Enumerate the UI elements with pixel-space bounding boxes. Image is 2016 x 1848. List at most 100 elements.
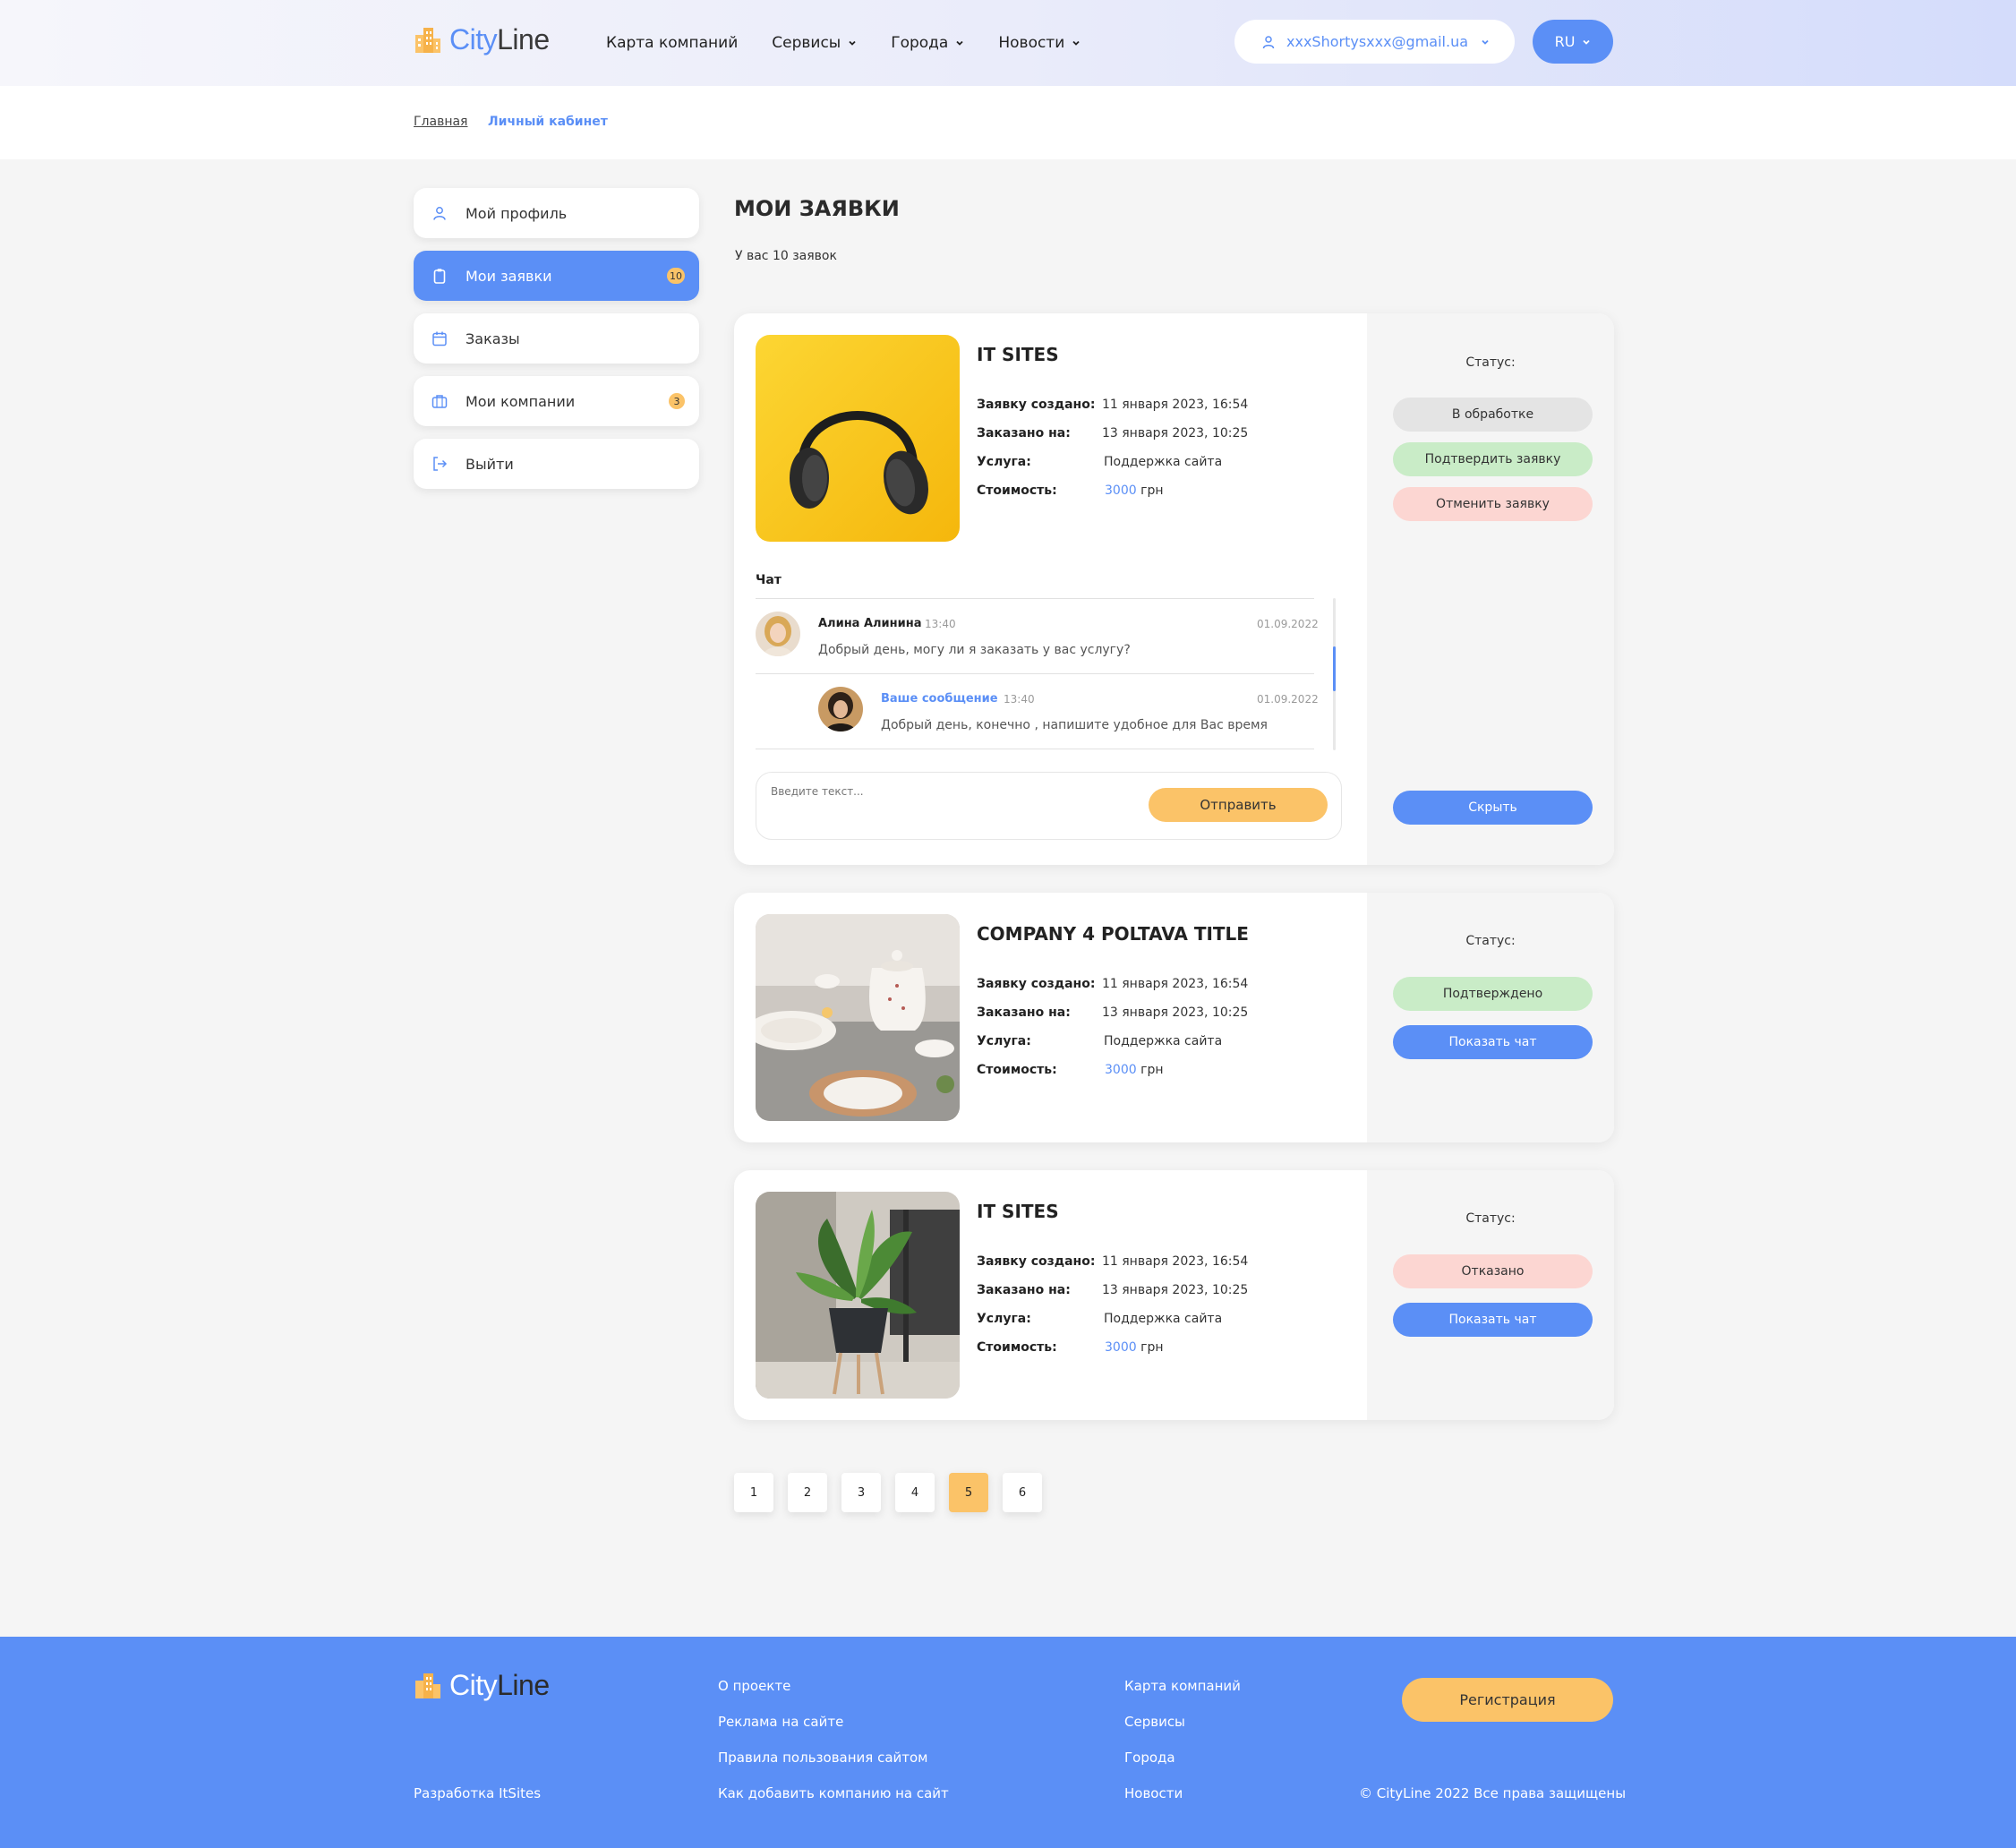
chevron-down-icon [956,40,963,46]
message-author: Алина Алинина [818,617,922,630]
field-label-ordered: Заказано на: [977,1283,1071,1297]
logo-part-2: Line [497,23,550,56]
chat-message-input[interactable] [771,785,1129,798]
field-label-service: Услуга: [977,1034,1031,1048]
briefcase-icon [431,395,448,408]
page-title: МОИ ЗАЯВКИ [734,196,900,221]
nav-item-map[interactable]: Карта компаний [606,34,738,52]
show-chat-button[interactable]: Показать чат [1393,1025,1593,1059]
logo-part-2: Line [497,1669,550,1701]
field-label-created: Заявку создано: [977,977,1096,991]
footer-link-map[interactable]: Карта компаний [1124,1678,1241,1694]
chat-divider [756,598,1314,599]
currency: грн [1140,1063,1164,1077]
cost-value: 3000 грн [1105,1063,1164,1077]
currency: грн [1140,1340,1164,1355]
chat-scrollbar-thumb[interactable] [1333,646,1336,691]
status-panel: Статус: Подтверждено Показать чат [1367,893,1614,1142]
logo[interactable]: CityLine [414,23,550,56]
page-button-4[interactable]: 4 [895,1473,935,1512]
ordered-date: 13 января 2023, 10:25 [1102,1005,1249,1020]
footer-logo[interactable]: CityLine [414,1669,550,1702]
user-icon [1262,35,1275,48]
company-title: IT SITES [977,344,1059,365]
footer-link-services[interactable]: Сервисы [1124,1714,1185,1730]
site-header: CityLine Карта компаний Сервисы Города Н… [0,0,2016,86]
field-label-ordered: Заказано на: [977,426,1071,441]
hide-chat-button[interactable]: Скрыть [1393,791,1593,825]
chevron-down-icon [1482,39,1489,45]
footer-link-news[interactable]: Новости [1124,1785,1183,1801]
created-date: 11 января 2023, 16:54 [1102,977,1249,991]
created-date: 11 января 2023, 16:54 [1102,1254,1249,1269]
footer-link-add-company[interactable]: Как добавить компанию на сайт [718,1785,949,1801]
sidebar-item-logout[interactable]: Выйти [414,439,699,489]
field-label-service: Услуга: [977,1312,1031,1326]
page-button-1[interactable]: 1 [734,1473,773,1512]
message-date: 01.09.2022 [1257,693,1319,706]
developer-credit[interactable]: Разработка ItSites [414,1785,541,1801]
nav-item-news[interactable]: Новости [998,34,1081,52]
message-author: Ваше сообщение [881,692,998,706]
clipboard-icon [433,269,446,284]
building-icon [415,27,440,53]
cancel-request-button[interactable]: Отменить заявку [1393,487,1593,521]
message-date: 01.09.2022 [1257,618,1319,630]
price-amount: 3000 [1105,483,1137,498]
nav-item-services[interactable]: Сервисы [772,34,857,52]
status-confirmed-badge: Подтверждено [1393,977,1593,1011]
sidebar-item-requests[interactable]: Мои заявки 10 [414,251,699,301]
chat-message-own: Ваше сообщение 13:40 01.09.2022 Добрый д… [756,687,1319,740]
requests-count-text: У вас 10 заявок [735,249,837,263]
footer-link-cities[interactable]: Города [1124,1750,1175,1766]
footer-link-ads[interactable]: Реклама на сайте [718,1714,843,1730]
copyright: © CityLine 2022 Все права защищены [1359,1785,1627,1801]
currency: грн [1140,483,1164,498]
footer-link-about[interactable]: О проекте [718,1678,790,1694]
logo-part-1: City [449,23,498,56]
sidebar-item-orders[interactable]: Заказы [414,313,699,364]
sidebar-item-companies[interactable]: Мои компании 3 [414,376,699,426]
sidebar-item-label: Мой профиль [466,204,568,222]
request-card: Статус: Отказано Показать чат IT SITES З… [734,1170,1614,1420]
logo-part-1: City [449,1669,498,1701]
company-photo-tableware [756,914,960,1121]
chat-message: Алина Алинина 13:40 01.09.2022 Добрый де… [756,612,1319,665]
field-label-cost: Стоимость: [977,483,1057,498]
register-button[interactable]: Регистрация [1402,1678,1613,1722]
user-email: xxxShortysxxx@gmail.ua [1286,33,1469,50]
message-text: Добрый день, конечно , напишите удобное … [881,718,1268,732]
status-label: Статус: [1465,934,1516,948]
breadcrumb-home[interactable]: Главная [414,115,467,129]
avatar [818,687,863,732]
sidebar-item-label: Мои заявки [466,267,552,285]
language-select[interactable]: RU [1533,20,1613,64]
price-amount: 3000 [1105,1063,1137,1077]
avatar [756,612,800,656]
breadcrumb-current: Личный кабинет [488,115,608,129]
sidebar-item-profile[interactable]: Мой профиль [414,188,699,238]
sidebar-item-label: Заказы [466,329,520,347]
service-value: Поддержка сайта [1104,1034,1223,1048]
page-button-6[interactable]: 6 [1003,1473,1042,1512]
confirm-request-button[interactable]: Подтвердить заявку [1393,442,1593,476]
chat-messages[interactable]: Алина Алинина 13:40 01.09.2022 Добрый де… [756,598,1336,750]
page-button-5-current[interactable]: 5 [949,1473,988,1512]
show-chat-button[interactable]: Показать чат [1393,1303,1593,1337]
user-menu[interactable]: xxxShortysxxx@gmail.ua [1234,20,1515,64]
send-button[interactable]: Отправить [1149,788,1328,822]
field-label-cost: Стоимость: [977,1063,1057,1077]
request-card: Статус: В обработке Подтвердить заявку О… [734,313,1614,865]
company-photo-headphones [756,335,960,542]
page-button-3[interactable]: 3 [841,1473,881,1512]
nav-item-cities[interactable]: Города [891,34,964,52]
ordered-date: 13 января 2023, 10:25 [1102,426,1249,441]
breadcrumb: Главная Личный кабинет [0,86,2016,159]
logout-icon [433,457,448,471]
page-button-2[interactable]: 2 [788,1473,827,1512]
building-icon [415,1673,440,1698]
chevron-down-icon [1583,39,1591,45]
message-time: 13:40 [925,618,956,630]
user-icon [433,207,446,220]
footer-link-rules[interactable]: Правила пользования сайтом [718,1750,928,1766]
